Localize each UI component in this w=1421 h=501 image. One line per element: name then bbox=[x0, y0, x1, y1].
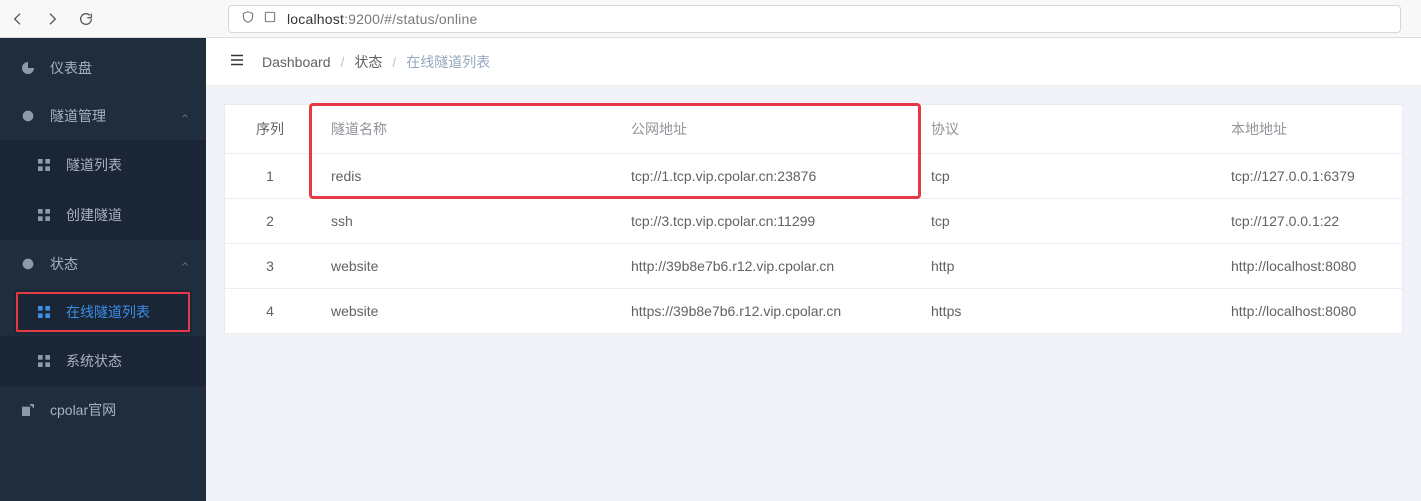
sidebar-label: 创建隧道 bbox=[66, 205, 122, 225]
circle-plus-icon bbox=[20, 108, 36, 124]
back-button[interactable] bbox=[10, 11, 26, 27]
cell-protocol: tcp bbox=[915, 199, 1215, 244]
grid-icon bbox=[36, 353, 52, 369]
crumb-online: 在线隧道列表 bbox=[406, 52, 490, 72]
sidebar-item-create-tunnel[interactable]: 创建隧道 bbox=[0, 190, 206, 240]
cell-name: redis bbox=[315, 154, 615, 199]
sidebar-label: 隧道列表 bbox=[66, 155, 122, 175]
th-protocol: 协议 bbox=[915, 105, 1215, 154]
th-public: 公网地址 bbox=[615, 105, 915, 154]
sidebar-item-system-status[interactable]: 系统状态 bbox=[0, 336, 206, 386]
grid-icon bbox=[36, 304, 52, 320]
external-link-icon bbox=[20, 402, 36, 418]
cell-index: 1 bbox=[225, 154, 315, 199]
sidebar-item-cpolar-site[interactable]: cpolar官网 bbox=[0, 386, 206, 434]
sidebar-item-tunnel-list[interactable]: 隧道列表 bbox=[0, 140, 206, 190]
cell-index: 4 bbox=[225, 289, 315, 334]
cell-public: https://39b8e7b6.r12.vip.cpolar.cn bbox=[615, 289, 915, 334]
menu-toggle-icon[interactable] bbox=[228, 51, 246, 72]
url-host: localhost bbox=[287, 11, 344, 27]
cell-local: http://localhost:8080 bbox=[1215, 244, 1402, 289]
browser-toolbar: localhost:9200/#/status/online bbox=[0, 0, 1421, 38]
reload-button[interactable] bbox=[78, 11, 94, 27]
chevron-up-icon bbox=[180, 256, 190, 272]
cell-name: website bbox=[315, 244, 615, 289]
url-path: :9200/#/status/online bbox=[344, 11, 477, 27]
table-row[interactable]: 1redistcp://1.tcp.vip.cpolar.cn:23876tcp… bbox=[225, 154, 1402, 199]
sidebar-label: 仪表盘 bbox=[50, 58, 92, 78]
cell-protocol: tcp bbox=[915, 154, 1215, 199]
table-header-row: 序列 隧道名称 公网地址 协议 本地地址 bbox=[225, 105, 1402, 154]
sidebar-item-tunnel-management[interactable]: 隧道管理 bbox=[0, 92, 206, 140]
shield-icon bbox=[241, 10, 255, 27]
tunnel-table: 序列 隧道名称 公网地址 协议 本地地址 1redistcp://1.tcp.v… bbox=[225, 105, 1402, 333]
cell-index: 2 bbox=[225, 199, 315, 244]
table-row[interactable]: 3websitehttp://39b8e7b6.r12.vip.cpolar.c… bbox=[225, 244, 1402, 289]
main-content: Dashboard / 状态 / 在线隧道列表 序列 隧道名称 公网地址 协议 bbox=[206, 38, 1421, 501]
gauge-icon bbox=[20, 60, 36, 76]
sidebar-item-status[interactable]: 状态 bbox=[0, 240, 206, 288]
crumb-dashboard[interactable]: Dashboard bbox=[262, 54, 331, 70]
chevron-up-icon bbox=[180, 108, 190, 124]
cell-local: tcp://127.0.0.1:6379 bbox=[1215, 154, 1402, 199]
cell-local: tcp://127.0.0.1:22 bbox=[1215, 199, 1402, 244]
sidebar-label: 在线隧道列表 bbox=[66, 302, 150, 322]
cell-public: tcp://1.tcp.vip.cpolar.cn:23876 bbox=[615, 154, 915, 199]
circle-icon bbox=[20, 256, 36, 272]
breadcrumb-separator: / bbox=[392, 54, 396, 70]
cell-protocol: http bbox=[915, 244, 1215, 289]
site-icon bbox=[263, 10, 277, 27]
address-bar[interactable]: localhost:9200/#/status/online bbox=[228, 5, 1401, 33]
th-name: 隧道名称 bbox=[315, 105, 615, 154]
sidebar-label: 状态 bbox=[50, 254, 78, 274]
nav-button-group bbox=[10, 11, 94, 27]
cell-public: http://39b8e7b6.r12.vip.cpolar.cn bbox=[615, 244, 915, 289]
th-index: 序列 bbox=[225, 105, 315, 154]
cell-local: http://localhost:8080 bbox=[1215, 289, 1402, 334]
tunnel-table-panel: 序列 隧道名称 公网地址 协议 本地地址 1redistcp://1.tcp.v… bbox=[224, 104, 1403, 334]
url-text: localhost:9200/#/status/online bbox=[287, 11, 477, 27]
cell-index: 3 bbox=[225, 244, 315, 289]
cell-public: tcp://3.tcp.vip.cpolar.cn:11299 bbox=[615, 199, 915, 244]
cell-name: website bbox=[315, 289, 615, 334]
sidebar-label: cpolar官网 bbox=[50, 400, 116, 420]
cell-protocol: https bbox=[915, 289, 1215, 334]
sidebar-label: 系统状态 bbox=[66, 351, 122, 371]
cell-name: ssh bbox=[315, 199, 615, 244]
sidebar: 仪表盘 隧道管理 隧道列表 创建隧道 状态 在线隧道列表 系统状态 bbox=[0, 38, 206, 501]
breadcrumb-bar: Dashboard / 状态 / 在线隧道列表 bbox=[206, 38, 1421, 86]
table-row[interactable]: 4websitehttps://39b8e7b6.r12.vip.cpolar.… bbox=[225, 289, 1402, 334]
breadcrumb-separator: / bbox=[341, 54, 345, 70]
sidebar-item-online-tunnels[interactable]: 在线隧道列表 bbox=[14, 290, 192, 334]
sidebar-item-dashboard[interactable]: 仪表盘 bbox=[0, 44, 206, 92]
crumb-status[interactable]: 状态 bbox=[354, 52, 382, 72]
th-local: 本地地址 bbox=[1215, 105, 1402, 154]
grid-icon bbox=[36, 157, 52, 173]
grid-icon bbox=[36, 207, 52, 223]
table-row[interactable]: 2sshtcp://3.tcp.vip.cpolar.cn:11299tcptc… bbox=[225, 199, 1402, 244]
forward-button[interactable] bbox=[44, 11, 60, 27]
breadcrumb: Dashboard / 状态 / 在线隧道列表 bbox=[262, 52, 490, 72]
sidebar-label: 隧道管理 bbox=[50, 106, 106, 126]
